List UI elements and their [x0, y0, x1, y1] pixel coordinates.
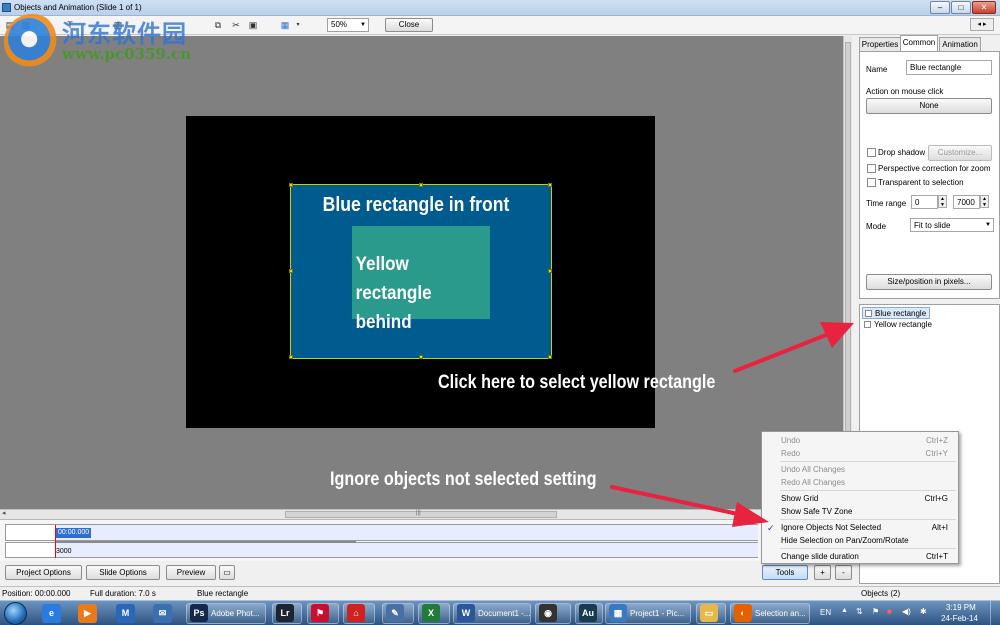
acrobat-icon: ⚑	[311, 604, 329, 622]
alert-icon[interactable]: ■	[887, 607, 892, 616]
show-desktop-button[interactable]	[990, 601, 1000, 625]
taskbar-window-excel[interactable]: X	[418, 603, 450, 624]
taskbar-window-label: Document1 -...	[478, 609, 531, 618]
taskbar: e ▶ M ✉ Ps Adobe Phot... Lr ⚑ ⌂ ✎ X W Document1 -...…	[0, 600, 1000, 625]
taskbar-window-word-document[interactable]: W Document1 -...	[453, 603, 531, 624]
watermark-logo	[4, 14, 60, 70]
taskbar-window-photoshop[interactable]: Ps Adobe Phot...	[186, 603, 266, 624]
taskbar-window-audition[interactable]: Au	[575, 603, 603, 624]
arrow-to-yellow-rectangle	[733, 322, 854, 373]
taskbar-window-label: Adobe Phot...	[211, 609, 260, 618]
maxthon-icon[interactable]: M	[116, 604, 135, 623]
thunderbird-icon[interactable]: ✉	[153, 604, 172, 623]
pdf-icon: ⌂	[347, 604, 365, 622]
show-hidden-icons[interactable]: ▲	[841, 607, 848, 614]
annotation-arrows	[610, 322, 854, 527]
picturestoexe-icon: ▦	[609, 604, 627, 622]
tray-icon[interactable]: ✱	[920, 607, 927, 616]
taskbar-window-picturestoexe[interactable]: ▦ Project1 - Pic...	[605, 603, 691, 624]
lightroom-icon: Lr	[276, 604, 294, 622]
soccer-ball-icon: ◉	[539, 604, 557, 622]
start-button[interactable]	[4, 602, 27, 625]
network-icon[interactable]: ⇅	[856, 607, 863, 616]
clock-date[interactable]: 24-Feb-14	[941, 614, 978, 623]
photoshop-icon: Ps	[190, 604, 208, 622]
clock-time[interactable]: 3:19 PM	[946, 603, 976, 612]
language-indicator[interactable]: EN	[820, 608, 831, 617]
taskbar-window-firefox[interactable]: ◐ Selection an...	[730, 603, 810, 624]
feather-icon: ✎	[386, 604, 404, 622]
excel-icon: X	[422, 604, 440, 622]
taskbar-window-acrobat[interactable]: ⚑	[307, 603, 339, 624]
arrow-to-ignore-setting	[610, 485, 769, 527]
taskbar-window-label: Selection an...	[755, 609, 806, 618]
taskbar-window-label: Project1 - Pic...	[630, 609, 685, 618]
internet-explorer-icon[interactable]: e	[42, 604, 61, 623]
watermark-brand: 河东软件园	[62, 20, 187, 48]
flag-icon[interactable]: ⚑	[872, 607, 879, 616]
media-player-icon[interactable]: ▶	[78, 604, 97, 623]
word-document-icon: W	[457, 604, 475, 622]
taskbar-window-folder[interactable]: ▭	[696, 603, 726, 624]
taskbar-window-lightroom[interactable]: Lr	[272, 603, 302, 624]
folder-icon: ▭	[700, 604, 718, 622]
watermark-url: www.pc0359.cn	[62, 45, 192, 63]
taskbar-window-pdf[interactable]: ⌂	[343, 603, 375, 624]
volume-icon[interactable]: ◀)	[902, 607, 911, 616]
audition-icon: Au	[579, 604, 597, 622]
taskbar-window-feather[interactable]: ✎	[382, 603, 414, 624]
firefox-icon: ◐	[734, 604, 752, 622]
taskbar-window-soccer-ball[interactable]: ◉	[535, 603, 571, 624]
